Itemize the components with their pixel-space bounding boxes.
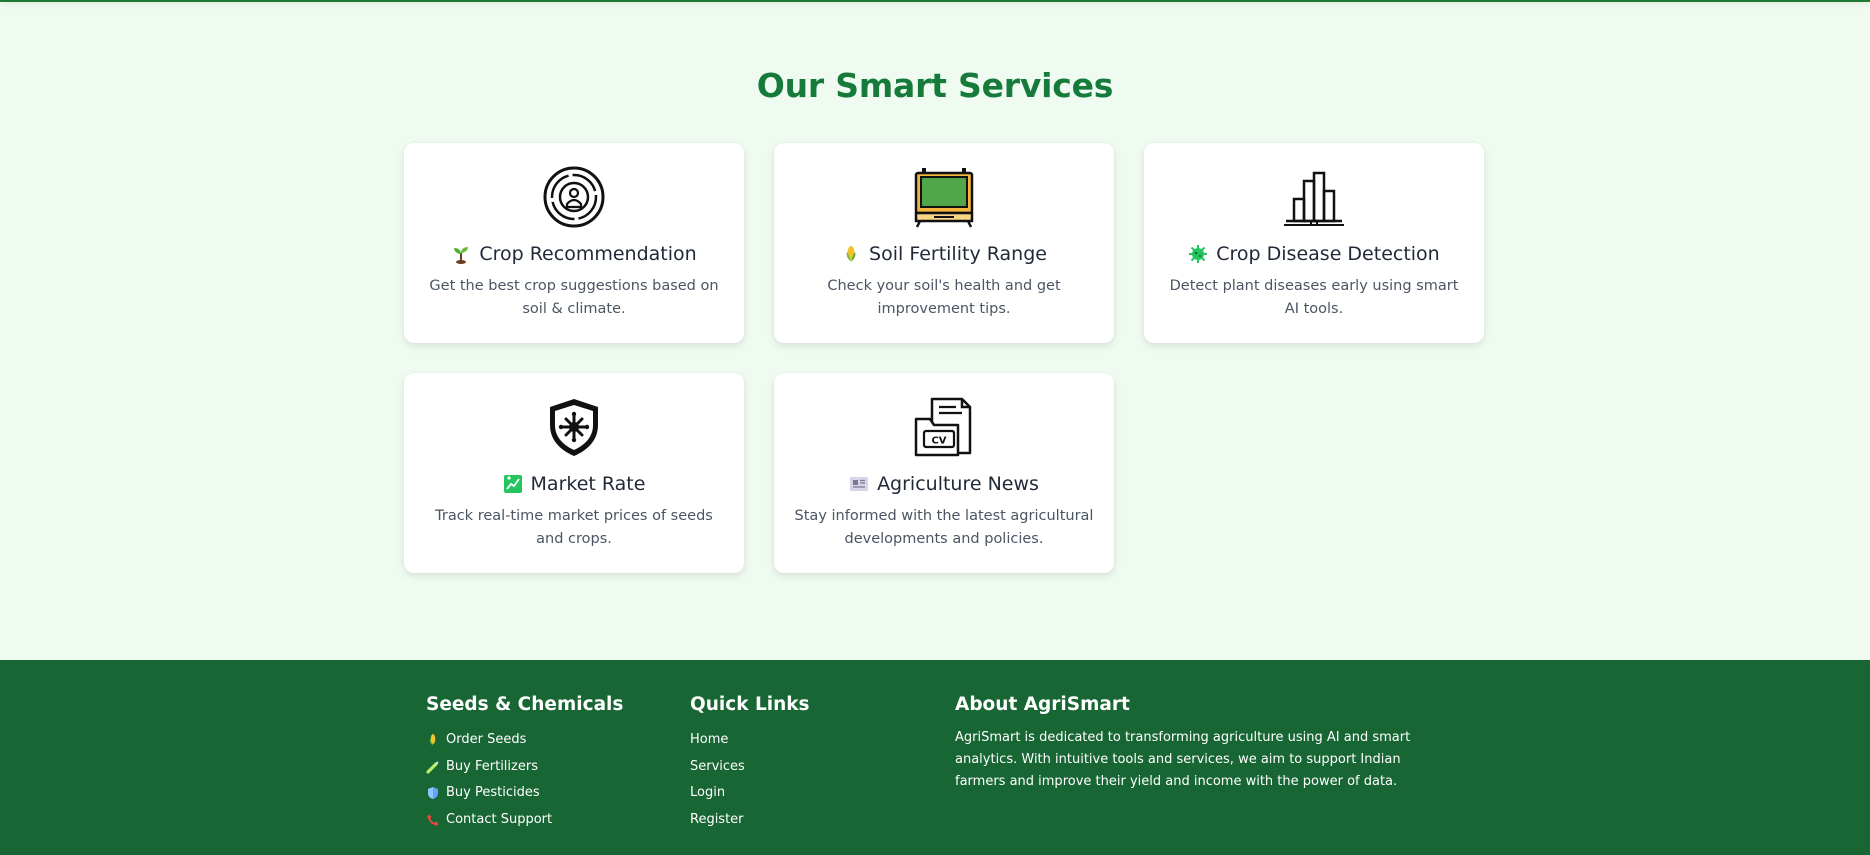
footer-about-text: AgriSmart is dedicated to transforming a… — [955, 730, 1411, 789]
shield-virus-icon — [550, 399, 598, 456]
folder-cv-icon: CV — [914, 397, 972, 457]
card-description: Detect plant diseases early using smart … — [1169, 278, 1459, 317]
chart-emoji-icon — [503, 474, 523, 494]
footer-link-register[interactable]: Register — [690, 807, 810, 834]
footer-link-home[interactable]: Home — [690, 727, 810, 754]
card-title-label: Soil Fertility Range — [869, 243, 1047, 265]
footer-heading-quick-links: Quick Links — [690, 694, 810, 715]
svg-text:CV: CV — [931, 436, 946, 447]
card-title-label: Crop Recommendation — [479, 243, 697, 265]
footer-heading-seeds: Seeds & Chemicals — [426, 694, 624, 715]
seedling-emoji-icon — [451, 244, 471, 264]
card-description: Track real-time market prices of seeds a… — [435, 508, 713, 547]
footer-about-column: About AgriSmart AgriSmart is dedicated t… — [955, 694, 1455, 793]
microbe-emoji-icon — [1188, 244, 1208, 264]
card-description: Stay informed with the latest agricultur… — [794, 508, 1094, 547]
service-card-crop-disease[interactable]: Crop Disease Detection Detect plant dise… — [1144, 143, 1484, 343]
footer-quick-links-column: Quick Links Home Services Login Register — [690, 694, 810, 833]
card-title-label: Agriculture News — [877, 473, 1039, 495]
service-card-agriculture-news[interactable]: CV Agriculture News Stay informed with t… — [774, 373, 1114, 573]
service-card-soil-fertility[interactable]: Soil Fertility Range Check your soil's h… — [774, 143, 1114, 343]
syringe-icon — [426, 760, 440, 774]
footer-link-buy-pesticides[interactable]: Buy Pesticides — [426, 780, 623, 807]
footer-link-login[interactable]: Login — [690, 780, 810, 807]
card-description: Get the best crop suggestions based on s… — [429, 278, 719, 317]
site-footer: Seeds & Chemicals Order Seeds Buy Fertil… — [0, 660, 1870, 855]
services-grid: Crop Recommendation Get the best crop su… — [404, 143, 1484, 573]
soil-monitor-icon — [914, 168, 974, 228]
footer-link-contact-support[interactable]: Contact Support — [426, 807, 623, 834]
services-section: Our Smart Services Crop Recommendation G… — [0, 2, 1870, 659]
card-title-label: Market Rate — [530, 473, 646, 495]
service-card-market-rate[interactable]: Market Rate Track real-time market price… — [404, 373, 744, 573]
service-card-crop-recommendation[interactable]: Crop Recommendation Get the best crop su… — [404, 143, 744, 343]
corn-icon — [426, 733, 440, 747]
footer-link-services[interactable]: Services — [690, 754, 810, 781]
bar-building-icon — [1284, 171, 1344, 226]
phone-icon — [426, 813, 440, 827]
card-description: Check your soil's health and get improve… — [827, 278, 1061, 317]
footer-link-order-seeds[interactable]: Order Seeds — [426, 727, 623, 754]
newspaper-emoji-icon — [849, 474, 869, 494]
section-title: Our Smart Services — [756, 66, 1114, 105]
card-title-label: Crop Disease Detection — [1216, 243, 1440, 265]
footer-heading-about: About AgriSmart — [955, 694, 1130, 715]
corn-emoji-icon — [841, 244, 861, 264]
radar-target-icon — [543, 166, 605, 228]
footer-seeds-column: Seeds & Chemicals Order Seeds Buy Fertil… — [426, 694, 623, 833]
footer-link-buy-fertilizers[interactable]: Buy Fertilizers — [426, 754, 623, 781]
shield-icon — [426, 786, 440, 800]
